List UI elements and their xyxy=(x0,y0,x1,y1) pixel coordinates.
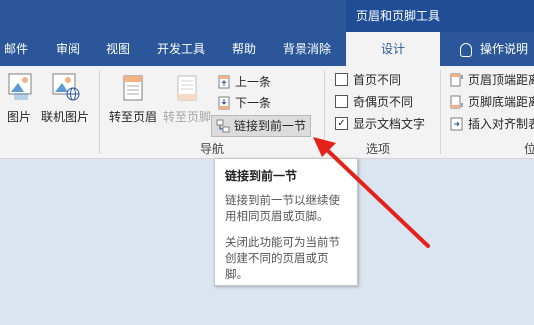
annotation-arrow-icon xyxy=(313,137,430,248)
